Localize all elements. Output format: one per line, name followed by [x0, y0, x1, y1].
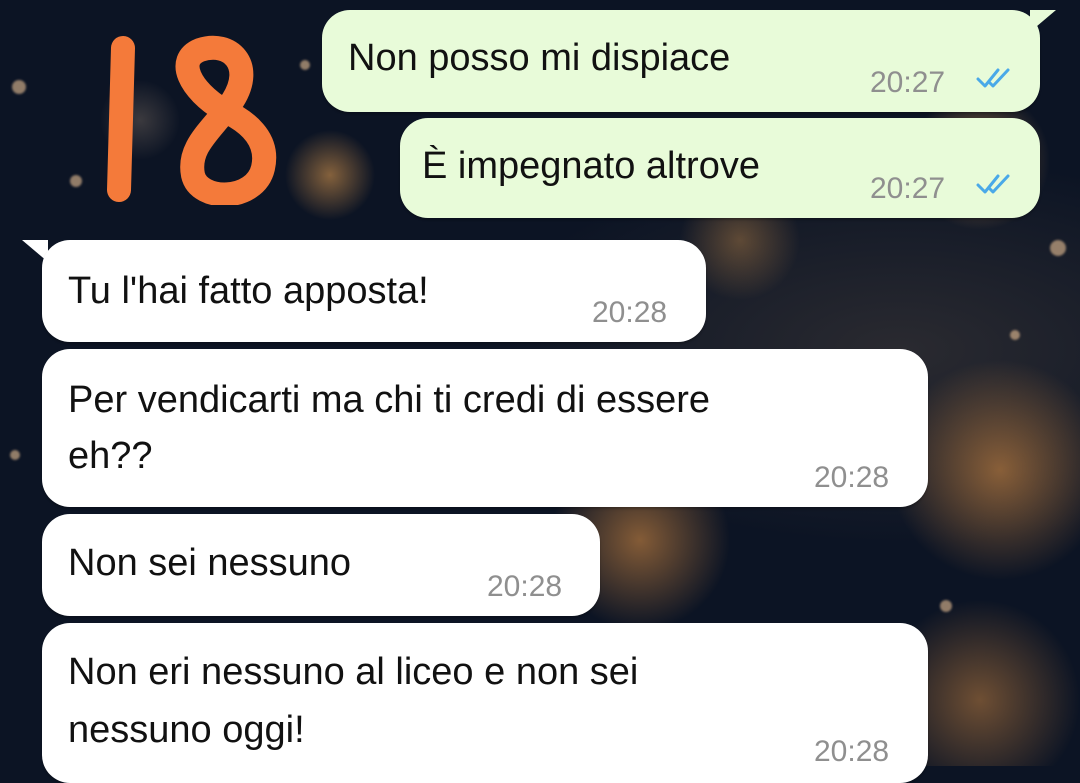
- wallpaper-light: [70, 175, 82, 187]
- message-timestamp: 20:28: [814, 461, 890, 494]
- double-check-read-icon: [976, 174, 1010, 194]
- wallpaper-light: [1050, 240, 1066, 256]
- message-timestamp: 20:28: [814, 735, 890, 768]
- message-text: Non posso mi dispiace: [348, 37, 731, 79]
- message-text: Non sei nessuno: [68, 542, 352, 584]
- message-text-line-1: Per vendicarti ma chi ti credi di essere: [68, 379, 711, 421]
- wallpaper-light: [12, 80, 26, 94]
- message-bubble-incoming[interactable]: Tu l'hai fatto apposta! 20:28: [42, 240, 706, 342]
- message-bubble-incoming[interactable]: Per vendicarti ma chi ti credi di essere…: [42, 349, 928, 507]
- message-text-line-2: eh??: [68, 435, 153, 477]
- message-timestamp: 20:27: [870, 172, 946, 205]
- message-text: È impegnato altrove: [422, 145, 760, 187]
- message-timestamp: 20:27: [870, 66, 946, 99]
- message-bubble-incoming[interactable]: Non eri nessuno al liceo e non sei nessu…: [42, 623, 928, 783]
- wallpaper-light: [10, 450, 20, 460]
- bubble-tail: [1030, 10, 1056, 32]
- wallpaper-light: [300, 60, 310, 70]
- message-timestamp: 20:28: [487, 570, 563, 603]
- message-bubble-outgoing[interactable]: È impegnato altrove 20:27: [400, 118, 1040, 218]
- double-check-read-icon: [976, 68, 1010, 88]
- message-timestamp: 20:28: [592, 296, 668, 329]
- message-text-line-1: Non eri nessuno al liceo e non sei: [68, 651, 639, 693]
- message-text-line-2: nessuno oggi!: [68, 709, 305, 751]
- handwritten-18-annotation: [107, 35, 277, 205]
- message-bubble-incoming[interactable]: Non sei nessuno 20:28: [42, 514, 600, 616]
- wallpaper-light: [940, 600, 952, 612]
- wallpaper-light: [1010, 330, 1020, 340]
- message-text: Tu l'hai fatto apposta!: [68, 270, 429, 312]
- message-bubble-outgoing[interactable]: Non posso mi dispiace 20:27: [322, 10, 1040, 112]
